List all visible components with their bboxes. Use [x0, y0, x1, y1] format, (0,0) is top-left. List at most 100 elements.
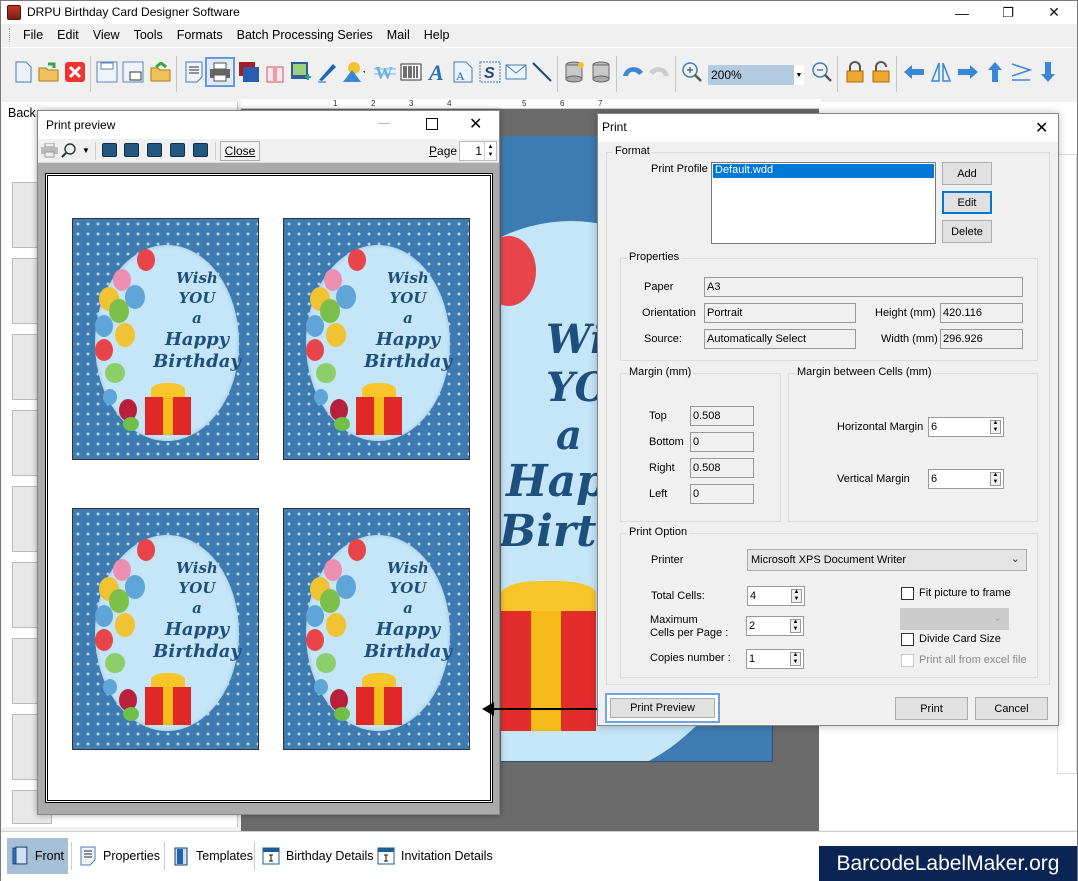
menu-tools[interactable]: Tools [127, 28, 170, 42]
spin-buttons[interactable]: ▲ ▼ [484, 142, 496, 160]
lock-icon[interactable] [843, 60, 867, 84]
arrow-up-icon[interactable] [983, 60, 1007, 84]
menu-file[interactable]: File [16, 28, 50, 42]
flip-icon[interactable] [929, 60, 953, 84]
three-pages-icon[interactable] [147, 143, 162, 157]
four-pages-icon[interactable] [170, 143, 185, 157]
cancel-button[interactable]: Cancel [975, 697, 1048, 720]
page-number-value[interactable]: 1 [475, 144, 482, 158]
text-file-icon[interactable]: A [451, 60, 475, 84]
edit-button[interactable]: Edit [942, 191, 992, 214]
properties-icon[interactable] [182, 60, 206, 84]
chevron-down-icon[interactable]: ▼ [794, 65, 804, 85]
total-cells-value[interactable]: 4 [750, 590, 756, 602]
add-button[interactable]: Add [942, 162, 992, 185]
shapes-icon[interactable] [341, 60, 365, 84]
preview-close-button[interactable]: Close [220, 141, 260, 161]
spin-buttons[interactable]: ▲ ▼ [790, 652, 801, 666]
chevron-down-icon[interactable]: ⌄ [1011, 552, 1020, 565]
line-icon[interactable] [530, 60, 554, 84]
printer-select[interactable]: Microsoft XPS Document Writer ⌄ [747, 549, 1027, 571]
save-icon[interactable] [95, 60, 119, 84]
save-as-icon[interactable] [121, 60, 145, 84]
print-preview-button-frame[interactable]: Print Preview [605, 693, 720, 723]
menu-mail[interactable]: Mail [380, 28, 417, 42]
max-cells-stepper[interactable]: 2 ▲ ▼ [746, 616, 804, 636]
horizontal-margin-label: Horizontal Margin [837, 421, 924, 433]
tab-properties[interactable]: Properties [75, 838, 164, 874]
menu-help[interactable]: Help [417, 28, 457, 42]
tab-templates[interactable]: Templates [168, 838, 257, 874]
mail-icon[interactable] [504, 60, 528, 84]
divide-card-label[interactable]: Divide Card Size [919, 633, 1001, 645]
tab-back[interactable]: Back [8, 106, 36, 120]
zoom-icon[interactable] [61, 143, 78, 158]
total-cells-stepper[interactable]: 4 ▲ ▼ [747, 586, 805, 606]
spin-buttons[interactable]: ▲ ▼ [990, 472, 1001, 486]
close-file-icon[interactable] [63, 60, 87, 84]
divide-card-checkbox[interactable] [901, 633, 914, 646]
vertical-margin-stepper[interactable]: 6 ▲ ▼ [928, 469, 1004, 489]
tab-invitation-details[interactable]: Invitation Details [373, 838, 497, 874]
export-icon[interactable] [149, 60, 173, 84]
spin-buttons[interactable]: ▲ ▼ [990, 420, 1001, 434]
print-icon[interactable] [205, 57, 235, 87]
text-icon[interactable]: A [425, 60, 449, 84]
max-cells-value[interactable]: 2 [749, 620, 755, 632]
arrow-left-icon[interactable] [902, 60, 926, 84]
fit-picture-checkbox[interactable] [901, 587, 914, 600]
delete-button[interactable]: Delete [942, 220, 992, 243]
pen-icon[interactable] [315, 60, 339, 84]
database-icon[interactable] [589, 60, 613, 84]
menu-formats[interactable]: Formats [170, 28, 230, 42]
zoom-out-icon[interactable] [810, 60, 834, 84]
zoom-combo[interactable]: 200% ▼ [708, 65, 804, 85]
watermark-icon[interactable]: W [373, 60, 397, 84]
gift-icon[interactable] [263, 60, 287, 84]
spin-buttons[interactable]: ▲ ▼ [791, 589, 802, 603]
insert-image-icon[interactable] [289, 60, 313, 84]
unlock-icon[interactable] [869, 60, 893, 84]
two-pages-icon[interactable] [124, 143, 139, 157]
close-button[interactable]: ✕ [1031, 1, 1077, 24]
printer-label: Printer [651, 554, 684, 566]
horizontal-margin-value[interactable]: 6 [931, 421, 937, 433]
database-import-icon[interactable] [563, 60, 587, 84]
chevron-down-icon[interactable]: ▼ [82, 146, 90, 155]
horizontal-margin-stepper[interactable]: 6 ▲ ▼ [928, 417, 1004, 437]
menu-view[interactable]: View [86, 28, 127, 42]
minimize-button[interactable]: — [939, 1, 985, 24]
zoom-in-icon[interactable] [680, 60, 704, 84]
arrow-right-icon[interactable] [956, 60, 980, 84]
spin-buttons[interactable]: ▲ ▼ [790, 619, 801, 633]
profile-item[interactable]: Default.wdd [713, 164, 934, 178]
new-icon[interactable] [11, 60, 35, 84]
copies-value[interactable]: 1 [749, 653, 755, 665]
print-preview-button[interactable]: Print Preview [610, 698, 715, 718]
tab-birthday-details[interactable]: Birthday Details [258, 838, 378, 874]
print-profile-list[interactable]: Default.wdd [711, 162, 936, 244]
copies-stepper[interactable]: 1 ▲ ▼ [746, 649, 804, 669]
barcode-icon[interactable] [399, 60, 423, 84]
page-number-stepper[interactable]: 1 ▲ ▼ [459, 141, 497, 161]
print-button[interactable]: Print [895, 697, 968, 720]
printer-value[interactable]: Microsoft XPS Document Writer [751, 554, 906, 566]
zoom-value[interactable]: 200% [708, 65, 794, 85]
signature-icon[interactable]: S [478, 60, 502, 84]
menu-batch-processing[interactable]: Batch Processing Series [230, 28, 380, 42]
undo-icon[interactable] [621, 60, 645, 84]
arrow-down-icon[interactable] [1036, 60, 1060, 84]
open-icon[interactable] [37, 60, 61, 84]
maximize-button[interactable]: ❐ [985, 1, 1031, 24]
six-pages-icon[interactable] [193, 143, 208, 157]
vertical-margin-value[interactable]: 6 [931, 473, 937, 485]
tab-front[interactable]: Front [7, 838, 68, 874]
maximize-button[interactable] [426, 118, 438, 130]
align-icon[interactable] [1009, 60, 1033, 84]
menu-edit[interactable]: Edit [50, 28, 86, 42]
fit-picture-label[interactable]: Fit picture to frame [919, 587, 1011, 599]
close-icon[interactable]: ✕ [1035, 118, 1048, 138]
one-page-icon[interactable] [102, 143, 117, 157]
close-icon[interactable]: ✕ [469, 114, 482, 134]
background-icon[interactable] [237, 60, 261, 84]
